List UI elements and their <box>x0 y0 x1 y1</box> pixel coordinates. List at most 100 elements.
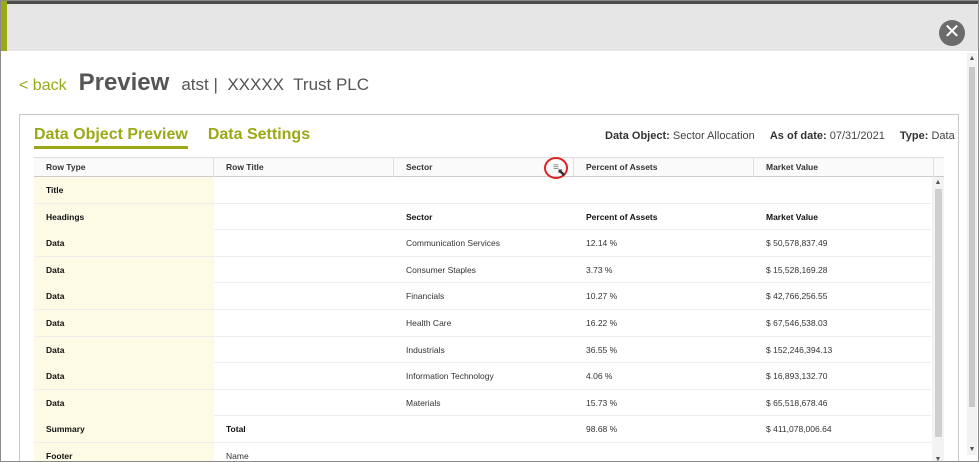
market-value-cell: $ 16,893,132.70 <box>766 371 828 382</box>
market-value-cell: $ 411,078,006.64 <box>766 424 832 435</box>
preview-header: < back Preview atst | XXXXX Trust PLC <box>19 69 369 99</box>
sector-cell: Financials <box>406 291 445 302</box>
percent-cell: 36.55 % <box>586 344 618 355</box>
row-title-cell: Name <box>226 451 249 461</box>
row-type-cell: Data <box>34 389 214 416</box>
dialog-topbar: ✕ <box>1 1 978 54</box>
table-row[interactable]: Headings Sector Percent of Assets Market Va… <box>34 203 932 231</box>
sector-cell: Sector <box>406 211 433 222</box>
row-type-cell: Headings <box>34 203 214 230</box>
grid-scrollbar[interactable]: ▲ ▼ <box>932 177 944 461</box>
table-row[interactable]: Data Information Technology 4.06 % $ 16,893… <box>34 363 932 390</box>
data-object-value: Sector Allocation <box>672 130 755 142</box>
table-row[interactable]: Data Industrials 36.55 % $ 152,246,394.13 <box>34 336 932 364</box>
table-row[interactable]: Data Communication Services 12.14 % $ 50,57… <box>34 230 932 257</box>
row-title-cell <box>214 390 394 416</box>
percent-cell: 4.06 % <box>586 371 613 382</box>
sector-cell: Information Technology <box>406 371 494 382</box>
percent-cell: 15.73 % <box>586 397 618 408</box>
market-value-cell: Market Value <box>766 211 818 222</box>
percent-cell: 12.14 % <box>586 238 618 249</box>
column-header-percent-of-assets[interactable]: Percent of Assets <box>574 158 754 177</box>
page-subtitle: atst | XXXXX Trust PLC <box>181 75 370 94</box>
row-type-cell: Summary <box>34 416 214 443</box>
percent-cell: 3.73 % <box>586 264 613 275</box>
sector-cell: Industrials <box>406 344 445 355</box>
grid-header: Row Type Row Title Sector Percent of Ass… <box>34 157 944 179</box>
row-title-cell <box>214 283 394 309</box>
table-row[interactable]: Summary Total 98.68 % $ 411,078,006.64 <box>34 416 932 443</box>
data-object-label: Data Object: <box>605 130 670 142</box>
back-link[interactable]: < back <box>19 77 67 95</box>
table-row[interactable]: Footer Name <box>34 443 934 461</box>
sector-cell <box>394 443 574 461</box>
grid-rows: Title Headings Sector Percent of Assets Mark… <box>34 177 934 461</box>
type-label: Type: <box>899 130 929 142</box>
scroll-thumb[interactable] <box>969 67 975 407</box>
table-row[interactable]: Data Materials 15.73 % $ 65,518,678.46 <box>34 389 932 417</box>
percent-cell <box>574 177 754 203</box>
tab-data-settings[interactable]: Data Settings <box>208 126 310 149</box>
grid-scroll-thumb[interactable] <box>935 189 942 437</box>
row-title-cell <box>214 204 394 230</box>
percent-cell: Percent of Assets <box>586 211 658 222</box>
close-icon[interactable]: ✕ <box>939 20 965 46</box>
column-header-row-type[interactable]: Row Type <box>34 158 214 177</box>
sector-cell: Consumer Staples <box>406 264 476 275</box>
market-value-cell: $ 152,246,394.13 <box>766 344 833 355</box>
row-type-cell: Data <box>34 283 214 310</box>
column-header-row-title[interactable]: Row Title <box>214 158 394 177</box>
row-type-cell: Data <box>34 336 214 363</box>
preview-dialog: ✕ ▲ ▼ < back Preview atst | XXXXX Trust … <box>0 0 979 462</box>
table-row[interactable]: Data Financials 10.27 % $ 42,766,256.55 <box>34 283 932 310</box>
sector-cell <box>394 416 574 442</box>
accent-strip <box>1 1 7 54</box>
row-title-cell: Total <box>226 424 246 435</box>
tab-bar: Data Object Preview Data Settings <box>34 126 330 149</box>
page-title: Preview <box>78 69 170 96</box>
row-title-cell <box>214 310 394 336</box>
table-row[interactable]: Data Consumer Staples 3.73 % $ 15,528,169.2… <box>34 256 932 284</box>
preview-panel: Data Object Preview Data Settings Data O… <box>19 114 959 461</box>
scroll-down-arrow-icon[interactable]: ▼ <box>968 446 976 453</box>
as-of-date-value: 07/31/2021 <box>829 130 885 142</box>
dialog-scrollbar[interactable]: ▲ ▼ <box>967 53 977 455</box>
percent-cell: 98.68 % <box>586 424 618 435</box>
market-value-cell: $ 42,766,256.55 <box>766 291 828 302</box>
market-value-cell: $ 15,528,169.28 <box>766 264 828 275</box>
preview-grid: Row Type Row Title Sector Percent of Ass… <box>34 157 944 461</box>
row-title-cell <box>214 230 394 256</box>
market-value-cell: $ 67,546,538.03 <box>766 318 828 328</box>
market-value-cell: $ 65,518,678.46 <box>766 397 828 408</box>
row-type-cell: Footer <box>34 443 214 461</box>
table-row[interactable]: Title <box>34 177 932 204</box>
sector-cell: Health Care <box>406 318 452 328</box>
table-row[interactable]: Data Health Care 16.22 % $ 67,546,538.03 <box>34 310 932 337</box>
grid-scroll-down-arrow-icon[interactable]: ▼ <box>934 456 942 461</box>
grid-scroll-up-arrow-icon[interactable]: ▲ <box>934 179 942 186</box>
market-value-cell: $ 50,578,837.49 <box>766 238 828 249</box>
percent-cell: 16.22 % <box>586 318 618 328</box>
market-value-cell <box>754 177 934 203</box>
sector-cell: Materials <box>406 397 441 408</box>
market-value-cell <box>754 443 934 461</box>
sector-cell: Communication Services <box>406 238 501 249</box>
column-header-market-value[interactable]: Market Value <box>754 158 934 177</box>
row-type-cell: Data <box>34 310 214 336</box>
row-title-cell <box>214 257 394 283</box>
row-title-cell <box>214 177 394 203</box>
row-type-cell: Title <box>34 177 214 203</box>
tab-data-object-preview[interactable]: Data Object Preview <box>34 126 188 149</box>
row-type-cell: Data <box>34 230 214 257</box>
data-object-meta: Data Object: Sector Allocation As of dat… <box>605 130 967 142</box>
row-type-cell: Data <box>34 363 214 390</box>
percent-cell <box>574 443 754 461</box>
sector-cell <box>394 177 574 203</box>
as-of-date-label: As of date: <box>769 130 827 142</box>
scroll-up-arrow-icon[interactable]: ▲ <box>968 55 976 62</box>
type-value: Data <box>931 130 955 142</box>
row-title-cell <box>214 363 394 389</box>
row-type-cell: Data <box>34 256 214 283</box>
percent-cell: 10.27 % <box>586 291 618 302</box>
row-title-cell <box>214 337 394 363</box>
